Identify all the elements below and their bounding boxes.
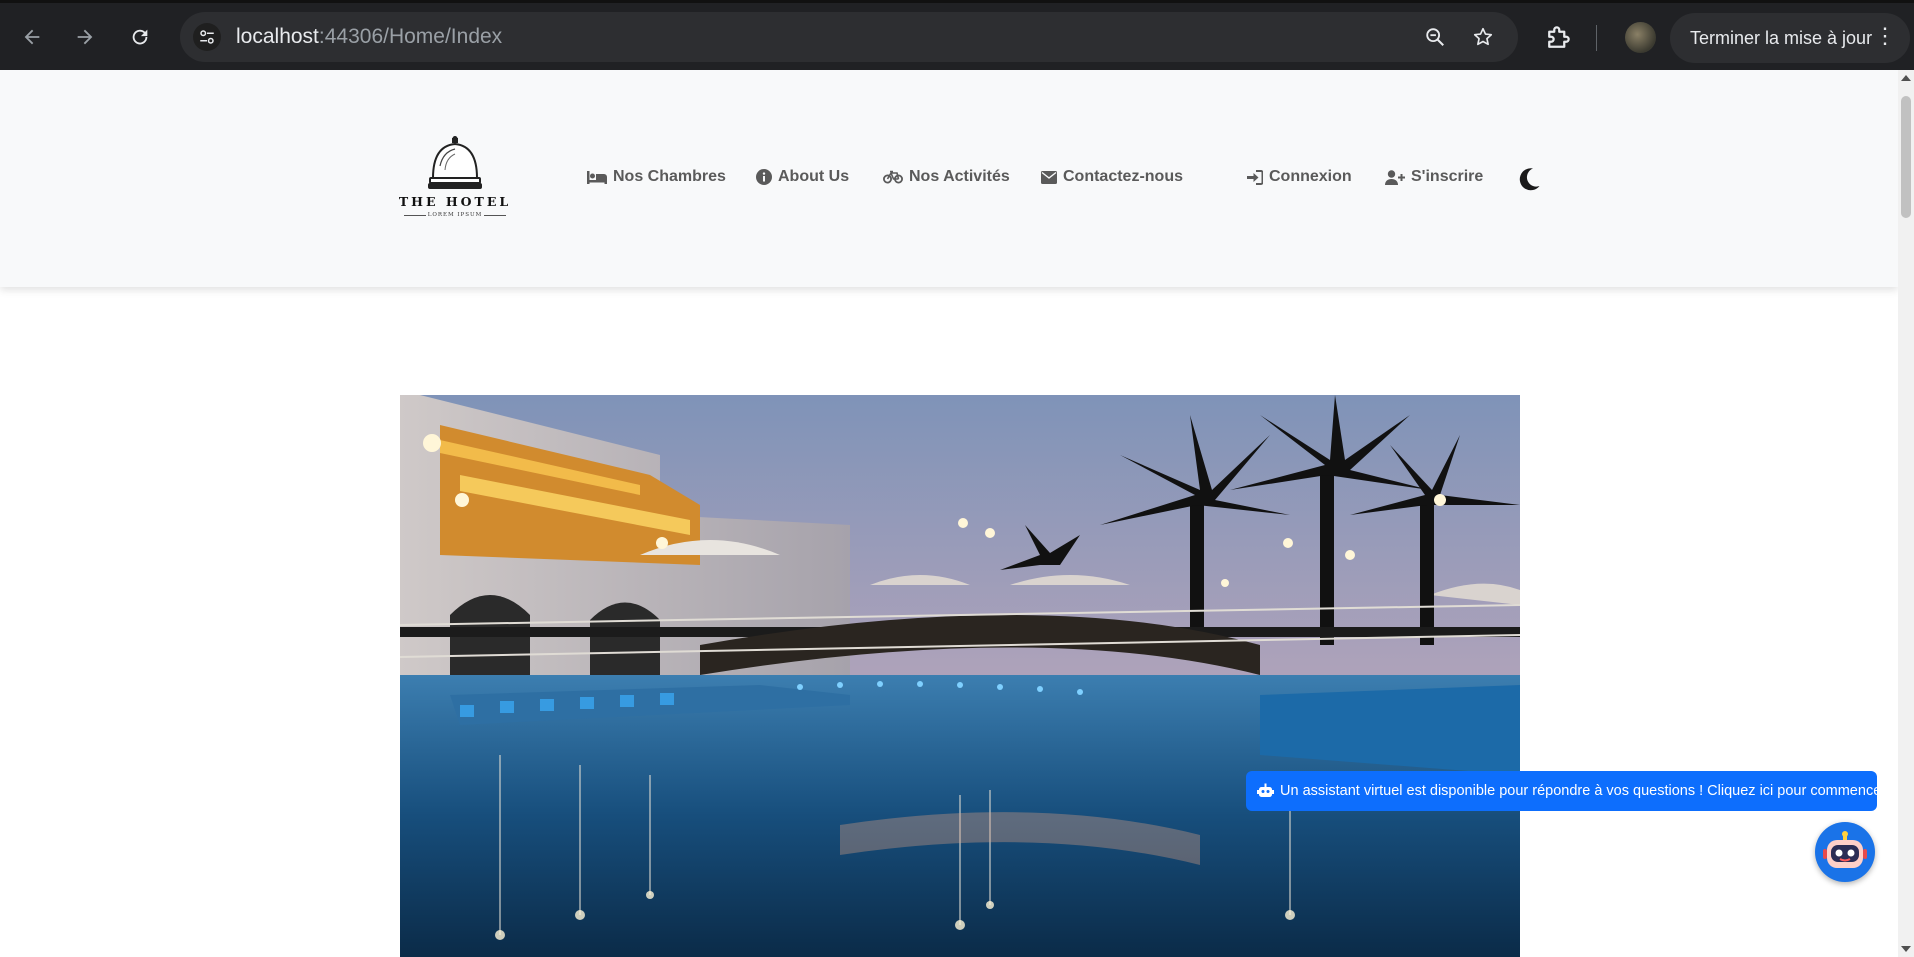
assistant-banner-text: Un assistant virtuel est disponible pour…	[1280, 783, 1890, 799]
theme-toggle-button[interactable]	[1516, 166, 1542, 192]
arrow-left-icon	[24, 29, 40, 45]
nav-link-sinscrire[interactable]: S'inscrire	[1385, 168, 1483, 186]
address-bar[interactable]: localhost:44306/Home/Index	[180, 12, 1518, 62]
nav-link-nos-chambres[interactable]: Nos Chambres	[587, 168, 726, 186]
sign-in-icon	[1247, 169, 1263, 185]
user-plus-icon	[1385, 169, 1405, 185]
scroll-up-arrow-icon[interactable]	[1901, 75, 1911, 81]
url-path: :44306/Home/Index	[318, 25, 503, 48]
service-bell-icon	[428, 136, 482, 189]
chatbot-button[interactable]	[1815, 822, 1875, 882]
browser-toolbar: localhost:44306/Home/Index Terminer la m…	[0, 0, 1914, 70]
tune-icon	[200, 30, 214, 44]
logo-divider-right	[484, 215, 506, 216]
site-info-button[interactable]	[193, 23, 221, 51]
more-menu-icon[interactable]: ⋮	[1874, 25, 1896, 47]
robot-icon	[1823, 831, 1867, 868]
zoom-button[interactable]	[1422, 24, 1448, 50]
profile-avatar[interactable]	[1625, 22, 1656, 53]
update-button[interactable]: Terminer la mise à jour ⋮	[1670, 13, 1910, 63]
hotel-logo[interactable]: THE HOTEL LOREM IPSUM	[398, 136, 512, 226]
info-circle-icon	[756, 169, 772, 185]
logo-title: THE HOTEL	[398, 194, 512, 209]
page-viewport: THE HOTEL LOREM IPSUM Nos Chambres About…	[0, 70, 1898, 957]
star-icon	[1473, 27, 1493, 46]
nav-link-nos-activites[interactable]: Nos Activités	[883, 168, 1010, 186]
extensions-button[interactable]	[1543, 23, 1573, 53]
bookmark-button[interactable]	[1470, 24, 1496, 50]
nav-link-about-us[interactable]: About Us	[756, 168, 849, 186]
url-text: localhost:44306/Home/Index	[236, 25, 502, 49]
envelope-icon	[1041, 170, 1057, 184]
zoom-icon	[1426, 28, 1444, 46]
toolbar-divider	[1596, 25, 1597, 51]
bed-icon	[587, 171, 607, 184]
update-button-label: Terminer la mise à jour	[1690, 27, 1873, 48]
reload-icon	[132, 29, 148, 45]
bicycle-icon	[883, 170, 903, 184]
nav-link-label: Contactez-nous	[1063, 168, 1183, 185]
moon-icon	[1519, 168, 1540, 191]
reload-button[interactable]	[122, 19, 158, 55]
back-button[interactable]	[14, 19, 50, 55]
nav-link-label: Connexion	[1269, 168, 1352, 185]
url-host: localhost	[236, 25, 319, 48]
nav-link-contactez-nous[interactable]: Contactez-nous	[1041, 168, 1183, 186]
puzzle-icon	[1548, 26, 1570, 48]
hero-image	[400, 395, 1520, 957]
arrow-right-icon	[77, 29, 93, 45]
nav-link-connexion[interactable]: Connexion	[1247, 168, 1352, 186]
robot-icon	[1257, 783, 1274, 797]
nav-link-label: Nos Chambres	[613, 168, 726, 185]
scrollbar-thumb[interactable]	[1901, 96, 1911, 218]
site-header: THE HOTEL LOREM IPSUM Nos Chambres About…	[0, 70, 1898, 287]
page-scrollbar[interactable]	[1898, 70, 1914, 957]
nav-link-label: S'inscrire	[1411, 168, 1484, 185]
hotel-pool-photo	[400, 395, 1520, 957]
scroll-down-arrow-icon[interactable]	[1901, 946, 1911, 952]
assistant-banner[interactable]: Un assistant virtuel est disponible pour…	[1246, 771, 1889, 811]
nav-link-label: Nos Activités	[909, 168, 1010, 185]
forward-button[interactable]	[67, 19, 103, 55]
nav-link-label: About Us	[778, 168, 850, 185]
